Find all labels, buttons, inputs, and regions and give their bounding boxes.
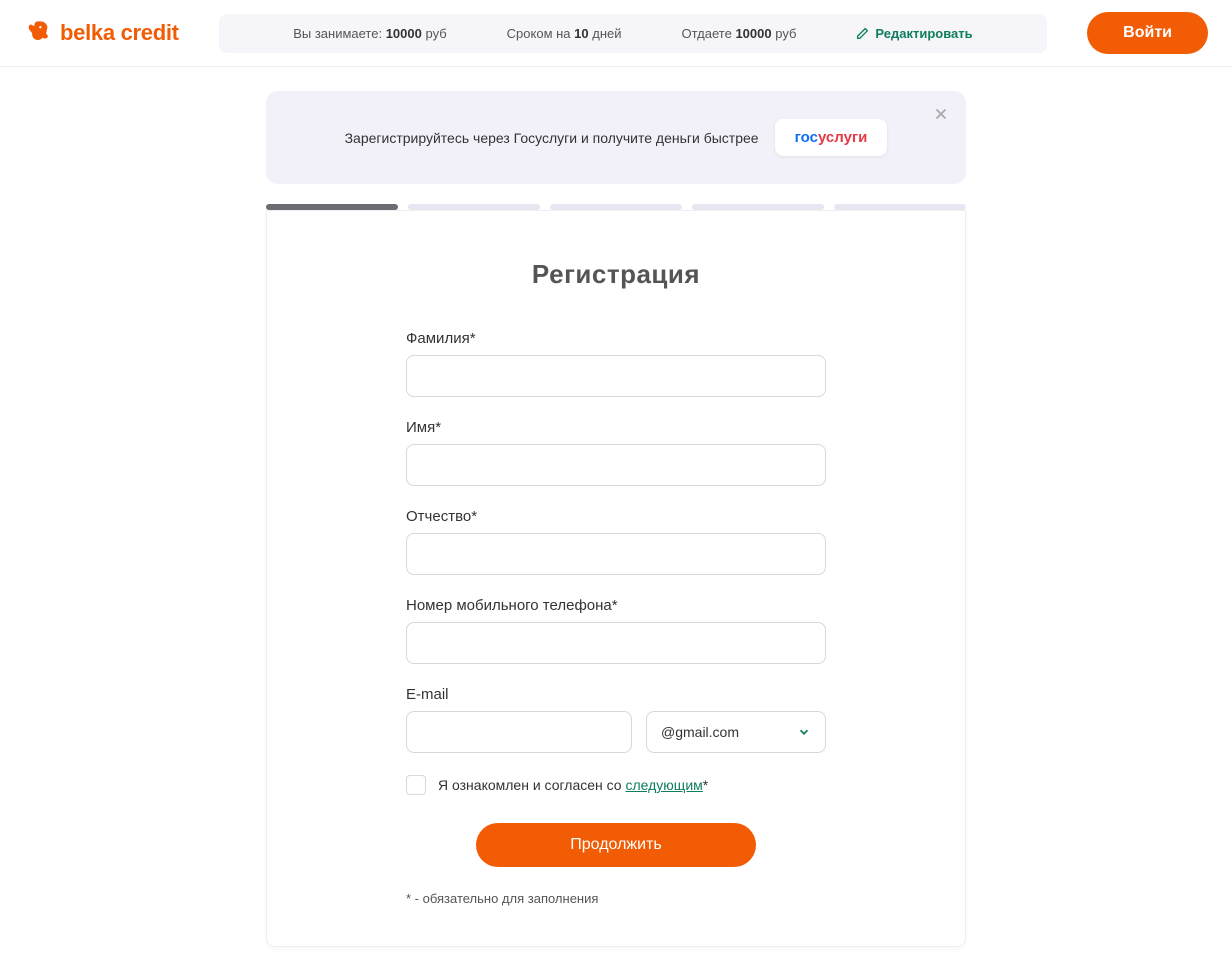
summary-term: Сроком на 10 дней <box>507 26 622 41</box>
lastname-label: Фамилия* <box>406 330 826 347</box>
header: belka credit Вы занимаете: 10000 руб Сро… <box>0 0 1232 67</box>
required-note: * - обязательно для заполнения <box>406 891 826 906</box>
phone-field[interactable] <box>406 622 826 664</box>
firstname-label: Имя* <box>406 419 826 436</box>
pencil-icon <box>856 27 869 40</box>
patronymic-label: Отчество* <box>406 508 826 525</box>
progress-step-3 <box>550 204 682 210</box>
gosuslugi-button[interactable]: госуслуги <box>775 119 888 156</box>
email-label: E-mail <box>406 686 826 703</box>
agree-terms-link[interactable]: следующим <box>625 777 702 793</box>
gosuslugi-banner: Зарегистрируйтесь через Госуслуги и полу… <box>266 91 966 184</box>
close-icon[interactable] <box>932 105 950 123</box>
registration-form-card: Регистрация Фамилия* Имя* Отчество* Номе… <box>266 210 966 947</box>
banner-text: Зарегистрируйтесь через Госуслуги и полу… <box>345 130 759 146</box>
squirrel-icon <box>24 19 52 47</box>
agree-label: Я ознакомлен и согласен со следующим* <box>438 777 708 793</box>
logo[interactable]: belka credit <box>24 19 179 47</box>
email-field[interactable] <box>406 711 632 753</box>
loan-summary-bar: Вы занимаете: 10000 руб Сроком на 10 дне… <box>219 14 1047 53</box>
email-domain-value: @gmail.com <box>661 724 739 740</box>
page-title: Регистрация <box>267 259 965 290</box>
patronymic-field[interactable] <box>406 533 826 575</box>
progress-steps <box>266 204 966 210</box>
logo-text: belka credit <box>60 20 179 46</box>
progress-step-2 <box>408 204 540 210</box>
lastname-field[interactable] <box>406 355 826 397</box>
login-button[interactable]: Войти <box>1087 12 1208 54</box>
summary-borrow: Вы занимаете: 10000 руб <box>293 26 446 41</box>
chevron-down-icon <box>797 725 811 739</box>
progress-step-4 <box>692 204 824 210</box>
firstname-field[interactable] <box>406 444 826 486</box>
progress-step-1 <box>266 204 398 210</box>
continue-button[interactable]: Продолжить <box>476 823 756 867</box>
phone-label: Номер мобильного телефона* <box>406 597 826 614</box>
email-domain-select[interactable]: @gmail.com <box>646 711 826 753</box>
agree-checkbox[interactable] <box>406 775 426 795</box>
progress-step-5 <box>834 204 966 210</box>
summary-repay: Отдаете 10000 руб <box>682 26 797 41</box>
edit-loan-link[interactable]: Редактировать <box>856 26 972 41</box>
